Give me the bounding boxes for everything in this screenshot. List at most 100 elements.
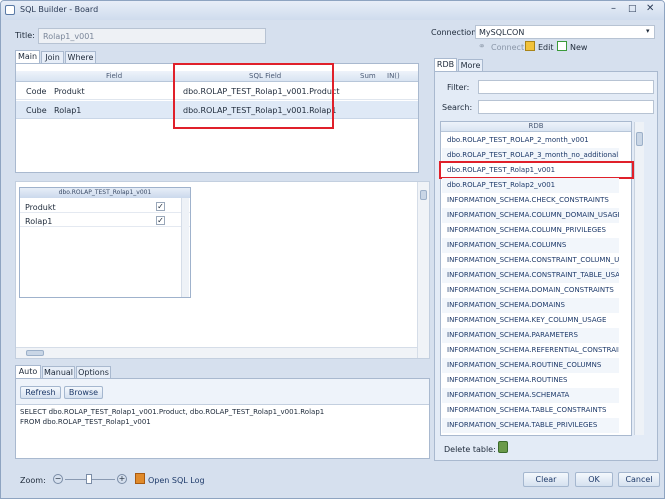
delete-table-label: Delete table: xyxy=(444,445,496,454)
rdb-item-name: INFORMATION_SCHEMA.COLUMNS xyxy=(447,241,567,249)
table-box[interactable]: dbo.ROLAP_TEST_Rolap1_v001 Produkt ✓ Rol… xyxy=(19,187,191,298)
list-item[interactable]: Rolap1 ✓ xyxy=(20,214,190,227)
field-name: Produkt xyxy=(25,203,56,212)
rdb-item-name: INFORMATION_SCHEMA.PARAMETERS xyxy=(447,331,578,339)
sql-line: FROM dbo.ROLAP_TEST_Rolap1_v001 xyxy=(20,418,151,426)
list-item[interactable]: INFORMATION_SCHEMA.DOMAINS xyxy=(442,298,619,313)
edit-button[interactable]: Edit xyxy=(538,43,554,52)
list-item[interactable]: INFORMATION_SCHEMA.TABLE_PRIVILEGES xyxy=(442,418,619,433)
list-item[interactable]: INFORMATION_SCHEMA.TABLE_CONSTRAINTS xyxy=(442,403,619,418)
search-label: Search: xyxy=(442,103,473,112)
designer-canvas[interactable]: dbo.ROLAP_TEST_Rolap1_v001 Produkt ✓ Rol… xyxy=(15,181,430,359)
rdb-list: RDB dbo.ROLAP_TEST_ROLAP_2_month_v001dbo… xyxy=(439,121,644,436)
row-column-name: Cube xyxy=(26,106,47,115)
maximize-icon[interactable]: □ xyxy=(628,4,637,14)
app-icon xyxy=(5,5,15,15)
connection-select[interactable]: MySQLCON ▾ xyxy=(475,25,655,39)
list-item[interactable]: INFORMATION_SCHEMA.REFERENTIAL_CONSTRAIN… xyxy=(442,343,619,358)
filter-label: Filter: xyxy=(447,83,470,92)
search-input[interactable] xyxy=(478,100,654,114)
highlight-box xyxy=(173,63,334,129)
list-item[interactable]: dbo.ROLAP_TEST_Rolap2_v001 xyxy=(442,178,619,193)
list-item[interactable]: INFORMATION_SCHEMA.COLUMNS xyxy=(442,238,619,253)
rdb-item-name: INFORMATION_SCHEMA.REFERENTIAL_CONSTRAIN… xyxy=(447,346,619,354)
list-item[interactable]: INFORMATION_SCHEMA.COLUMN_DOMAIN_USAGE xyxy=(442,208,619,223)
sql-text-area[interactable]: SELECT dbo.ROLAP_TEST_Rolap1_v001.Produc… xyxy=(16,404,429,458)
col-header-sum[interactable]: Sum xyxy=(360,72,376,80)
refresh-button[interactable]: Refresh xyxy=(20,386,61,399)
rdb-item-name: INFORMATION_SCHEMA.COLUMN_PRIVILEGES xyxy=(447,226,606,234)
sql-builder-window: SQL Builder - Board – □ ✕ Title: Rolap1_… xyxy=(0,0,665,499)
cancel-button[interactable]: Cancel xyxy=(618,472,660,487)
list-item[interactable]: INFORMATION_SCHEMA.CONSTRAINT_TABLE_USAG… xyxy=(442,268,619,283)
link-icon: ⚭ xyxy=(478,42,486,52)
new-icon[interactable] xyxy=(557,41,567,51)
field-grid: Field SQL Field Sum IN() Code Produkt db… xyxy=(15,63,419,173)
chevron-down-icon[interactable]: ▾ xyxy=(646,27,650,35)
list-item[interactable]: INFORMATION_SCHEMA.COLUMN_PRIVILEGES xyxy=(442,223,619,238)
minimize-icon[interactable]: – xyxy=(611,3,616,14)
canvas-horizontal-scrollbar[interactable] xyxy=(16,347,417,358)
col-header-field[interactable]: Field xyxy=(106,72,122,80)
rdb-item-name: INFORMATION_SCHEMA.CONSTRAINT_TABLE_USAG… xyxy=(447,271,619,279)
browse-button[interactable]: Browse xyxy=(64,386,103,399)
rdb-item-name: INFORMATION_SCHEMA.CHECK_CONSTRAINTS xyxy=(447,196,609,204)
list-item[interactable]: dbo.ROLAP_TEST_ROLAP_2_month_v001 xyxy=(442,133,619,148)
sql-line: SELECT dbo.ROLAP_TEST_Rolap1_v001.Produc… xyxy=(20,408,325,416)
scroll-thumb[interactable] xyxy=(26,350,44,356)
list-item[interactable]: Produkt ✓ xyxy=(20,200,190,213)
zoom-in-icon[interactable]: + xyxy=(117,474,127,484)
list-item[interactable]: INFORMATION_SCHEMA.DOMAIN_CONSTRAINTS xyxy=(442,283,619,298)
connect-button[interactable]: Connect xyxy=(491,43,524,52)
auto-panel: Refresh Browse SELECT dbo.ROLAP_TEST_Rol… xyxy=(15,378,430,459)
tab-rdb[interactable]: RDB xyxy=(434,58,457,72)
list-item[interactable]: INFORMATION_SCHEMA.CHECK_CONSTRAINTS xyxy=(442,193,619,208)
recycle-bin-icon[interactable] xyxy=(498,441,508,453)
canvas-vertical-scrollbar[interactable] xyxy=(417,182,429,358)
zoom-label: Zoom: xyxy=(20,476,46,485)
connection-label: Connection: xyxy=(431,28,479,37)
rdb-item-name: INFORMATION_SCHEMA.COLUMN_DOMAIN_USAGE xyxy=(447,211,619,219)
title-input[interactable]: Rolap1_v001 xyxy=(38,28,266,44)
log-icon[interactable] xyxy=(135,473,145,484)
close-icon[interactable]: ✕ xyxy=(646,3,654,14)
list-item[interactable]: INFORMATION_SCHEMA.PARAMETERS xyxy=(442,328,619,343)
rdb-item-name: INFORMATION_SCHEMA.ROUTINE_COLUMNS xyxy=(447,361,602,369)
rdb-item-name: INFORMATION_SCHEMA.TABLE_PRIVILEGES xyxy=(447,421,598,429)
open-sql-log-link[interactable]: Open SQL Log xyxy=(148,476,205,485)
tab-main[interactable]: Main xyxy=(15,50,40,64)
title-bar: SQL Builder - Board – □ ✕ xyxy=(1,1,664,20)
list-item[interactable]: INFORMATION_SCHEMA.ROUTINES xyxy=(442,373,619,388)
list-item[interactable]: INFORMATION_SCHEMA.CONSTRAINT_COLUMN_USA… xyxy=(442,253,619,268)
new-button[interactable]: New xyxy=(570,43,587,52)
zoom-out-icon[interactable]: − xyxy=(53,474,63,484)
rdb-item-name: INFORMATION_SCHEMA.TABLE_CONSTRAINTS xyxy=(447,406,607,414)
rdb-item-name: INFORMATION_SCHEMA.ROUTINES xyxy=(447,376,568,384)
edit-icon[interactable] xyxy=(525,41,535,51)
table-box-scrollbar[interactable] xyxy=(181,198,189,297)
row-field: Produkt xyxy=(54,87,85,96)
rdb-list-header[interactable]: RDB xyxy=(441,122,631,132)
table-box-title[interactable]: dbo.ROLAP_TEST_Rolap1_v001 xyxy=(20,188,190,198)
title-label: Title: xyxy=(15,31,35,40)
rdb-item-name: INFORMATION_SCHEMA.CONSTRAINT_COLUMN_USA… xyxy=(447,256,619,264)
rdb-item-name: dbo.ROLAP_TEST_Rolap2_v001 xyxy=(447,181,556,189)
clear-button[interactable]: Clear xyxy=(523,472,569,487)
zoom-slider-thumb[interactable] xyxy=(86,474,92,484)
filter-input[interactable] xyxy=(478,80,654,94)
list-item[interactable]: INFORMATION_SCHEMA.KEY_COLUMN_USAGE xyxy=(442,313,619,328)
row-field: Rolap1 xyxy=(54,106,82,115)
col-header-in[interactable]: IN() xyxy=(387,72,400,80)
ok-button[interactable]: OK xyxy=(575,472,613,487)
rdb-item-name: INFORMATION_SCHEMA.KEY_COLUMN_USAGE xyxy=(447,316,607,324)
scroll-thumb[interactable] xyxy=(420,190,427,200)
scroll-thumb[interactable] xyxy=(636,132,643,146)
field-checkbox[interactable]: ✓ xyxy=(156,202,165,211)
field-checkbox[interactable]: ✓ xyxy=(156,216,165,225)
rdb-item-name: dbo.ROLAP_TEST_ROLAP_3_month_no_addition… xyxy=(447,151,619,159)
tab-auto[interactable]: Auto xyxy=(15,365,41,379)
list-item[interactable]: INFORMATION_SCHEMA.ROUTINE_COLUMNS xyxy=(442,358,619,373)
connection-value: MySQLCON xyxy=(479,28,525,37)
list-item[interactable]: INFORMATION_SCHEMA.SCHEMATA xyxy=(442,388,619,403)
rdb-scrollbar[interactable] xyxy=(634,122,644,435)
